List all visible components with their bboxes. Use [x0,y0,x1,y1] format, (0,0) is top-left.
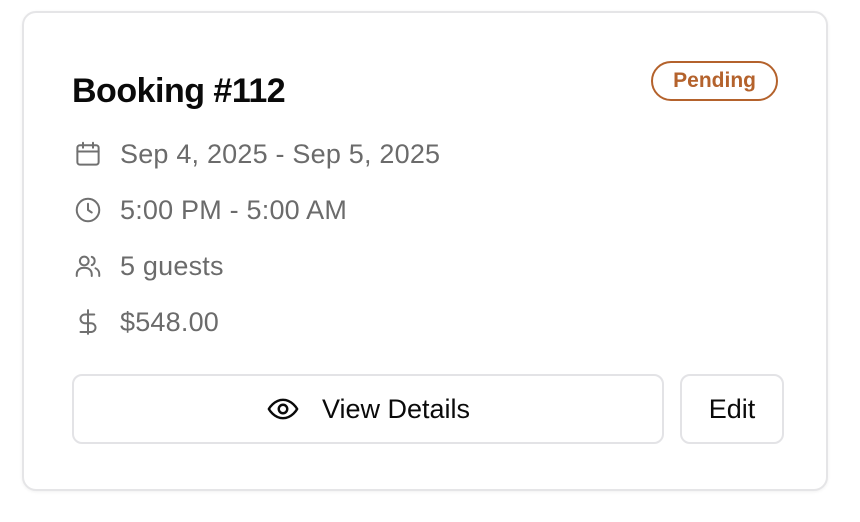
view-details-label: View Details [321,393,471,424]
edit-label: Edit [708,393,756,424]
booking-dates-row: Sep 4, 2025 - Sep 5, 2025 [72,134,440,174]
clock-icon [72,194,104,226]
booking-guests-row: 5 guests [72,246,224,286]
view-details-button[interactable]: View Details [72,374,664,444]
booking-times-row: 5:00 PM - 5:00 AM [72,190,347,230]
users-icon [72,250,104,282]
booking-price: $548.00 [120,306,219,337]
booking-dates: Sep 4, 2025 - Sep 5, 2025 [120,138,441,169]
edit-button[interactable]: Edit [680,374,784,444]
calendar-icon [72,138,104,170]
dollar-icon [72,306,104,338]
booking-title: Booking #112 [72,72,286,110]
eye-icon [266,392,300,426]
booking-guests: 5 guests [120,250,224,281]
booking-price-row: $548.00 [72,302,219,342]
status-badge: Pending [651,61,778,101]
booking-times: 5:00 PM - 5:00 AM [120,194,348,225]
booking-card: Booking #112 Pending Sep 4, 2025 - Sep 5… [22,11,828,491]
